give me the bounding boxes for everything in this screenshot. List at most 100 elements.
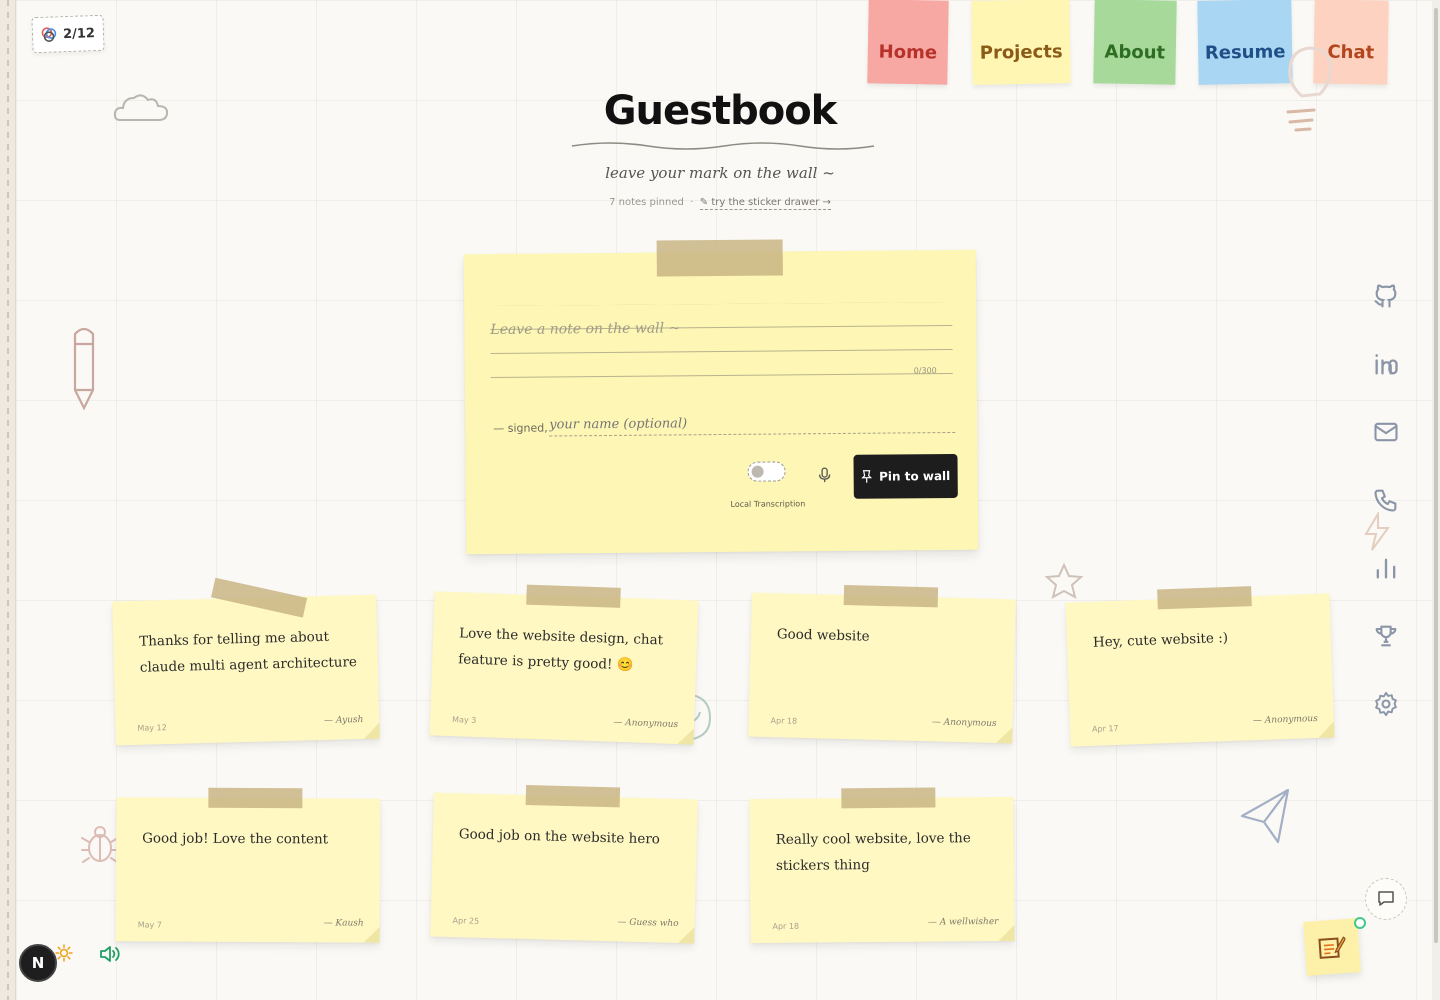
sticker-drawer-link[interactable]: ✎ try the sticker drawer → [699, 197, 831, 210]
note-author: — Anonymous [931, 717, 997, 730]
pin-to-wall-button[interactable]: Pin to wall [853, 453, 958, 499]
sticker-counter[interactable]: 2/12 [31, 14, 105, 54]
tape-strip [208, 787, 303, 809]
note-corner-fold [998, 924, 1015, 941]
nav-tab-label: Home [878, 40, 938, 64]
github-icon [1374, 284, 1397, 308]
cloud-doodle-icon [113, 94, 169, 121]
note-corner-fold [363, 722, 380, 739]
linkedin-icon [1375, 354, 1398, 375]
note-date: Apr 18 [770, 716, 798, 726]
tape-strip [841, 787, 936, 809]
note-corner-fold [1317, 721, 1335, 738]
note-date: May 3 [451, 715, 477, 725]
bug-doodle-icon [81, 826, 119, 863]
star-doodle-icon [1044, 562, 1084, 599]
guestbook-note[interactable]: Thanks for telling me about claude multi… [112, 577, 380, 746]
notes-pinned-count: 7 notes pinned [609, 197, 684, 208]
note-author: — Anonymous [1252, 713, 1318, 727]
tape-strip [211, 577, 308, 618]
note-author: — Guess who [617, 917, 679, 930]
note-date: Apr 17 [1091, 723, 1119, 734]
achievements-link[interactable] [1370, 620, 1402, 652]
user-avatar[interactable]: N [19, 944, 57, 982]
toggle-knob [751, 465, 764, 478]
note-message: Really cool website, love the stickers t… [775, 830, 971, 874]
note-author: — A wellwisher [927, 916, 999, 928]
note-textarea[interactable] [490, 301, 953, 397]
guestbook-meta: 7 notes pinned · ✎ try the sticker drawe… [560, 197, 880, 210]
chat-icon [1378, 891, 1394, 906]
nav-tab-label: Resume [1204, 40, 1286, 64]
char-count: 0/300 [913, 366, 937, 376]
tape-strip [525, 784, 621, 808]
name-input[interactable] [549, 410, 956, 437]
settings-link[interactable] [1370, 688, 1402, 720]
note-message: Good job on the website hero [458, 826, 661, 848]
guestbook-note[interactable]: Really cool website, love the stickers t… [749, 787, 1015, 944]
note-date: Apr 18 [772, 921, 800, 931]
transcription-toggle[interactable] [747, 461, 786, 482]
note-corner-fold [678, 927, 695, 944]
note-placeholder: Leave a note on the wall ~ [490, 320, 681, 339]
tape-strip [843, 584, 939, 608]
page-title: Guestbook [603, 88, 838, 134]
note-corner-fold [363, 926, 380, 943]
chat-button[interactable] [1365, 878, 1407, 920]
volume-icon[interactable] [98, 943, 122, 965]
note-date: Apr 25 [452, 916, 480, 926]
transcription-toggle-label: Local Transcription [730, 499, 806, 509]
trophy-icon [1375, 625, 1397, 647]
phone-link[interactable] [1370, 484, 1402, 516]
guestbook-note[interactable]: Hey, cute website :) Apr 17 — Anonymous [1065, 586, 1335, 747]
nav-tab-label: About [1104, 40, 1166, 64]
notebook-margin [0, 0, 16, 1000]
lightbulb-doodle-icon [1286, 46, 1333, 132]
mail-icon [1374, 422, 1398, 442]
write-note-button[interactable] [1303, 918, 1361, 976]
scrollbar[interactable] [1432, 0, 1440, 1000]
guestbook-note[interactable]: Good website Apr 18 — Anonymous [748, 584, 1016, 744]
scrollbar-thumb[interactable] [1434, 8, 1438, 943]
settings-icon [1375, 691, 1397, 717]
nav-tab-home[interactable]: Home [867, 0, 949, 85]
sticker-icon [41, 27, 57, 42]
pencil-doodle-icon [73, 327, 95, 411]
pin-button-label: Pin to wall [878, 469, 951, 484]
note-message: Hey, cute website :) [1092, 630, 1229, 651]
nav-tab-label: Projects [979, 40, 1063, 64]
chart-icon [1376, 558, 1396, 579]
mail-link[interactable] [1370, 416, 1402, 448]
microphone-icon[interactable] [818, 467, 832, 483]
nav-tab-resume[interactable]: Resume [1197, 0, 1293, 85]
note-corner-fold [996, 727, 1013, 744]
guestbook-note[interactable]: Love the website design, chat feature is… [429, 584, 699, 745]
lightning-doodle-icon [1364, 512, 1390, 551]
phone-icon [1374, 489, 1397, 512]
note-author: — Anonymous [613, 717, 679, 731]
avatar-letter: N [31, 954, 45, 972]
page-subtitle: leave your mark on the wall ~ [605, 164, 835, 182]
guestbook-note[interactable]: Good job! Love the content May 7 — Kaush [115, 787, 381, 943]
note-message: Love the website design, chat feature is… [457, 625, 664, 674]
nav-tab-projects[interactable]: Projects [971, 0, 1071, 85]
sticker-counter-label: 2/12 [62, 25, 96, 42]
linkedin-link[interactable] [1370, 348, 1402, 380]
sun-icon[interactable] [55, 944, 73, 962]
stats-link[interactable] [1370, 552, 1402, 584]
margin-stitching [7, 0, 9, 1000]
guestbook-note[interactable]: Good job on the website hero Apr 25 — Gu… [430, 784, 698, 944]
note-message: Good website [776, 626, 870, 645]
title-underline-squiggle [571, 142, 875, 150]
github-link[interactable] [1370, 280, 1402, 312]
nav-tab-about[interactable]: About [1093, 0, 1177, 85]
note-author: — Ayush [323, 714, 364, 726]
signed-label: — signed, [493, 421, 548, 435]
pin-icon [861, 470, 873, 483]
note-message: Thanks for telling me about claude multi… [139, 628, 358, 676]
paper-plane-doodle-icon [1240, 788, 1290, 844]
note-message: Good job! Love the content [142, 830, 329, 848]
tape-strip [526, 584, 621, 608]
meta-separator: · [690, 197, 694, 208]
status-dot [1354, 917, 1366, 929]
